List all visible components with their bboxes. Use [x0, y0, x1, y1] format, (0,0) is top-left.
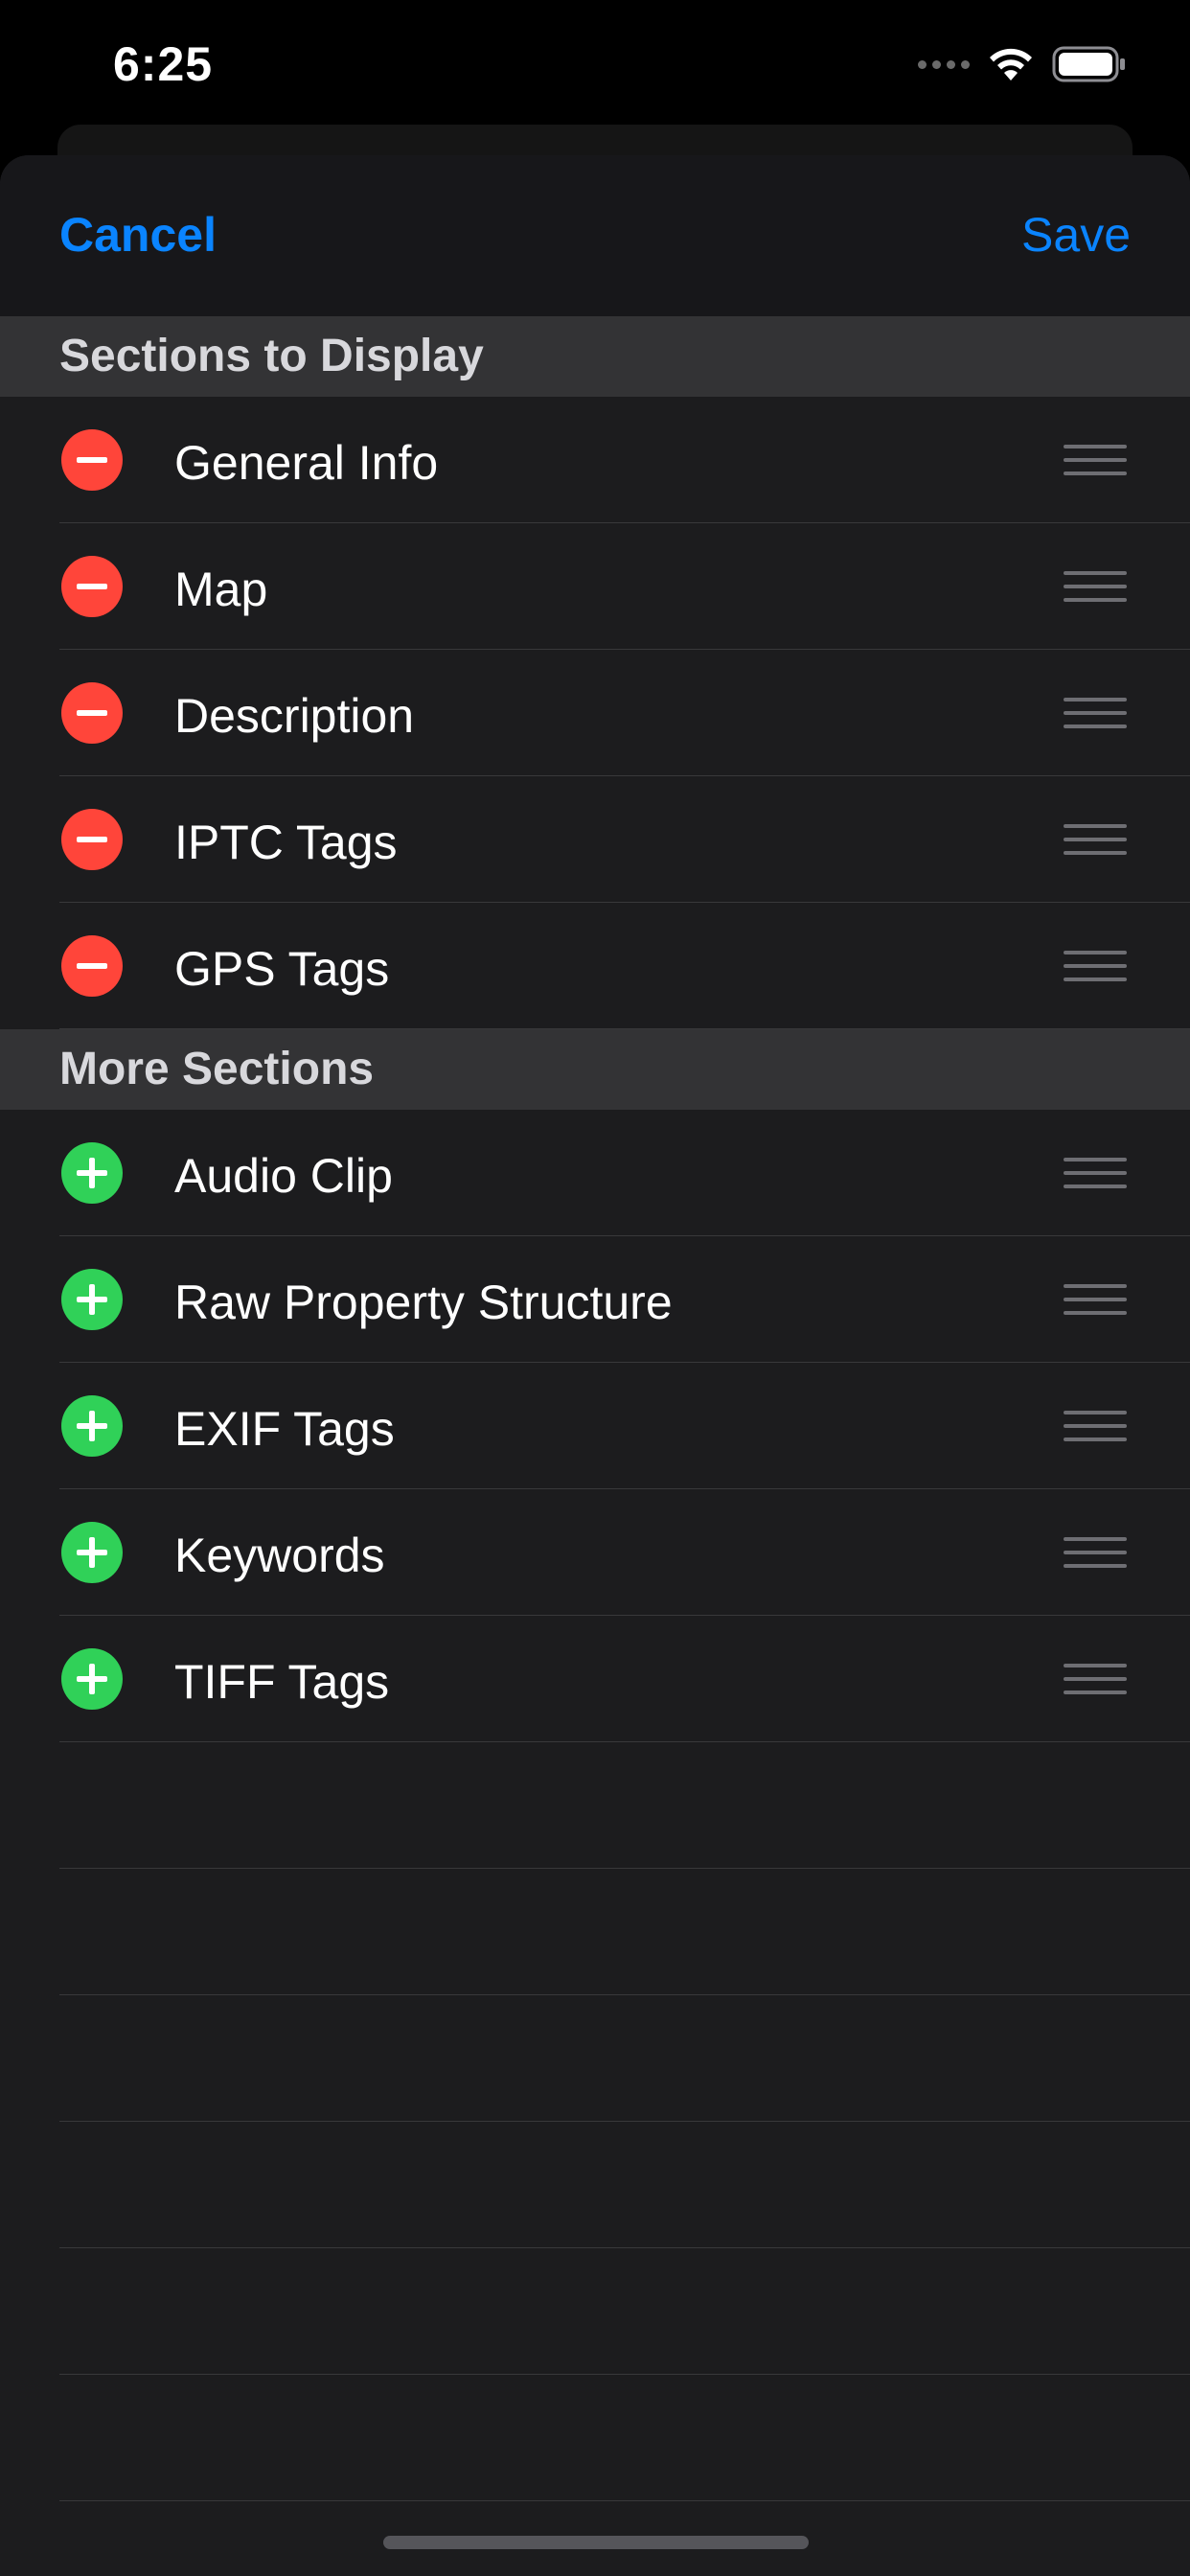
drag-handle-icon[interactable]: [1064, 949, 1127, 983]
status-bar: 6:25: [0, 0, 1190, 125]
remove-icon[interactable]: [61, 429, 123, 491]
empty-row: [0, 1742, 1190, 1869]
save-button[interactable]: Save: [1021, 207, 1131, 263]
drag-handle-icon[interactable]: [1064, 822, 1127, 857]
row-label: TIFF Tags: [174, 1655, 390, 1709]
row-label: General Info: [174, 436, 439, 490]
drag-handle-icon[interactable]: [1064, 443, 1127, 477]
row-label: IPTC Tags: [174, 816, 398, 869]
add-icon[interactable]: [61, 1395, 123, 1457]
list-item: Raw Property Structure: [0, 1236, 1190, 1363]
add-icon[interactable]: [61, 1648, 123, 1710]
home-indicator[interactable]: [383, 2536, 809, 2549]
section-header-more: More Sections: [0, 1029, 1190, 1110]
remove-icon[interactable]: [61, 809, 123, 870]
add-icon[interactable]: [61, 1142, 123, 1204]
add-icon[interactable]: [61, 1269, 123, 1330]
more-sections-list: Audio Clip Raw Property Structure EXIF T…: [0, 1110, 1190, 2501]
drag-handle-icon[interactable]: [1064, 1156, 1127, 1190]
list-item: EXIF Tags: [0, 1363, 1190, 1489]
row-label: Audio Clip: [174, 1149, 393, 1203]
empty-row: [0, 2375, 1190, 2501]
list-item: Audio Clip: [0, 1110, 1190, 1236]
drag-handle-icon[interactable]: [1064, 569, 1127, 604]
remove-icon[interactable]: [61, 682, 123, 744]
section-title: Sections to Display: [59, 331, 484, 381]
section-title: More Sections: [59, 1044, 375, 1094]
list-item: Map: [0, 523, 1190, 650]
list-item: Description: [0, 650, 1190, 776]
empty-row: [0, 2248, 1190, 2375]
navigation-bar: Cancel Save: [0, 155, 1190, 317]
drag-handle-icon[interactable]: [1064, 1535, 1127, 1570]
row-label: Raw Property Structure: [174, 1276, 673, 1329]
drag-handle-icon[interactable]: [1064, 696, 1127, 730]
empty-row: [0, 2122, 1190, 2248]
remove-icon[interactable]: [61, 935, 123, 997]
add-icon[interactable]: [61, 1522, 123, 1583]
list-item: Keywords: [0, 1489, 1190, 1616]
row-label: GPS Tags: [174, 942, 390, 996]
cellular-signal-icon: [918, 59, 970, 69]
status-icons: [918, 42, 1127, 86]
row-label: EXIF Tags: [174, 1402, 395, 1456]
empty-row: [0, 1869, 1190, 1995]
row-label: Map: [174, 563, 268, 616]
list-item: General Info: [0, 397, 1190, 523]
list-item: GPS Tags: [0, 903, 1190, 1029]
section-header-display: Sections to Display: [0, 316, 1190, 397]
drag-handle-icon[interactable]: [1064, 1282, 1127, 1317]
drag-handle-icon[interactable]: [1064, 1662, 1127, 1696]
wifi-icon: [990, 48, 1032, 80]
row-label: Description: [174, 689, 415, 743]
remove-icon[interactable]: [61, 556, 123, 617]
list-item: TIFF Tags: [0, 1616, 1190, 1742]
cancel-button[interactable]: Cancel: [59, 207, 217, 263]
row-label: Keywords: [174, 1529, 385, 1582]
status-time: 6:25: [113, 37, 214, 91]
list-item: IPTC Tags: [0, 776, 1190, 903]
empty-row: [0, 1995, 1190, 2122]
display-sections-list: General Info Map Description IPTC Tags G…: [0, 397, 1190, 1029]
edit-sections-sheet: Cancel Save Sections to Display General …: [0, 155, 1190, 2576]
drag-handle-icon[interactable]: [1064, 1409, 1127, 1443]
battery-icon: [1052, 46, 1125, 82]
